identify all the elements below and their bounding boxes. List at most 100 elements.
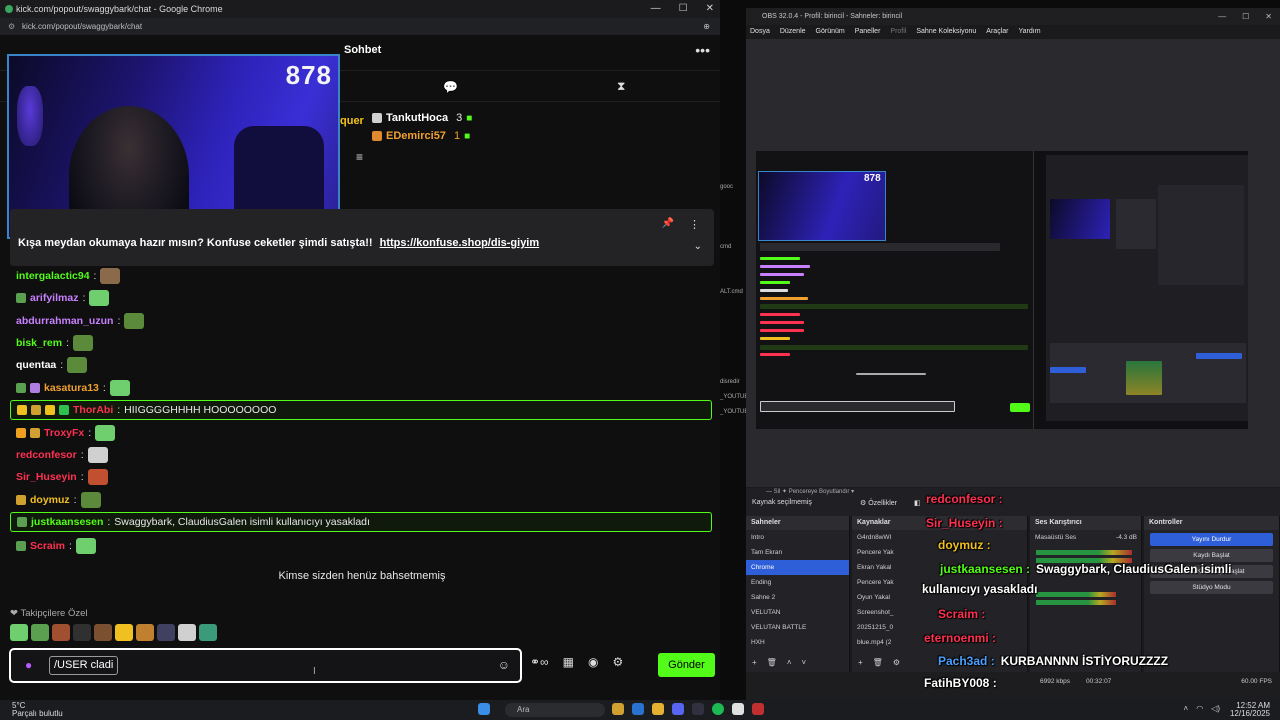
emote-icon[interactable] bbox=[136, 624, 154, 641]
address-bar[interactable]: ⚙ kick.com/popout/swaggybark/chat ⊕ bbox=[0, 18, 720, 35]
emote-icon[interactable] bbox=[10, 624, 28, 641]
pinned-message[interactable]: 📌 ⋮ ⌄ Kışa meydan okumaya hazır mısın? K… bbox=[10, 209, 714, 266]
move-down-icon[interactable]: ˅ bbox=[802, 658, 807, 672]
chat-username[interactable]: arifyilmaz bbox=[30, 292, 78, 304]
tray-chevron-icon[interactable]: ˄ bbox=[1184, 704, 1189, 713]
start-icon[interactable] bbox=[478, 703, 490, 715]
properties-button[interactable]: ⚙ Özellikler bbox=[860, 499, 897, 507]
chat-message[interactable]: justkaansesen: Swaggybark, ClaudiusGalen … bbox=[10, 512, 712, 532]
chevron-down-icon[interactable]: ⌄ bbox=[694, 241, 702, 252]
scene-item[interactable]: Ending bbox=[746, 575, 849, 590]
menu-edit[interactable]: Düzenle bbox=[780, 25, 806, 39]
emote-icon[interactable] bbox=[178, 624, 196, 641]
filter-icon[interactable]: ≡ bbox=[356, 150, 363, 164]
chat-message[interactable]: abdurrahman_uzun: bbox=[10, 311, 712, 331]
obs-icon[interactable] bbox=[692, 703, 704, 715]
source-settings-icon[interactable]: ⚙ bbox=[893, 658, 900, 672]
move-up-icon[interactable]: ˄ bbox=[787, 658, 792, 672]
chat-message[interactable]: Sir_Huseyin: bbox=[10, 467, 712, 487]
chat-message[interactable]: kasatura13: bbox=[10, 378, 712, 398]
chat-username[interactable]: kasatura13 bbox=[44, 382, 99, 394]
chat-message[interactable]: ThorAbi: HIIGGGGHHHH HOOOOOOOO bbox=[10, 400, 712, 420]
chat-message[interactable]: Scraim: bbox=[10, 536, 712, 556]
clock[interactable]: 12:52 AM 12/16/2025 bbox=[1230, 702, 1270, 718]
send-button[interactable]: Gönder bbox=[658, 653, 715, 677]
chat-options-icon[interactable]: ◉ bbox=[588, 655, 598, 669]
chat-username[interactable]: bisk_rem bbox=[16, 337, 62, 349]
scene-item[interactable]: Sahne 2 bbox=[746, 590, 849, 605]
maximize-button[interactable]: ☐ bbox=[679, 0, 688, 18]
emote-icon[interactable] bbox=[157, 624, 175, 641]
chat-input[interactable]: ● /USER cladi ☺ bbox=[9, 648, 522, 683]
emote-icon[interactable] bbox=[73, 624, 91, 641]
chat-username[interactable]: TroxyFx bbox=[44, 427, 84, 439]
minimize-button[interactable]: — bbox=[651, 0, 661, 18]
chat-username[interactable]: Sir_Huseyin bbox=[16, 471, 77, 483]
hourglass-icon[interactable]: ⧗ bbox=[617, 79, 625, 94]
chat-username[interactable]: quentaa bbox=[16, 359, 56, 371]
obs-close-button[interactable]: ✕ bbox=[1265, 8, 1272, 25]
remove-scene-icon[interactable]: 🗑 bbox=[767, 658, 777, 672]
spotify-icon[interactable] bbox=[712, 703, 724, 715]
volume-icon[interactable]: ◁) bbox=[1211, 704, 1220, 713]
chat-message[interactable]: bisk_rem: bbox=[10, 333, 712, 353]
chat-username[interactable]: justkaansesen bbox=[31, 516, 103, 528]
scene-item[interactable]: Tam Ekran bbox=[746, 545, 849, 560]
wifi-icon[interactable]: ◠ bbox=[1196, 704, 1203, 713]
menu-file[interactable]: Dosya bbox=[750, 25, 770, 39]
menu-view[interactable]: Görünüm bbox=[816, 25, 845, 39]
emote-icon[interactable] bbox=[115, 624, 133, 641]
taskbar-search[interactable]: Ara bbox=[505, 703, 605, 717]
settings-gear-icon[interactable]: ⚙ bbox=[612, 655, 623, 669]
scene-item[interactable]: Intro bbox=[746, 530, 849, 545]
add-scene-icon[interactable]: + bbox=[752, 658, 757, 672]
menu-profile[interactable]: Profil bbox=[890, 25, 906, 39]
menu-scene-collection[interactable]: Sahne Koleksiyonu bbox=[916, 25, 976, 39]
emote-icon[interactable] bbox=[52, 624, 70, 641]
app-icon[interactable] bbox=[752, 703, 764, 715]
folder-icon[interactable] bbox=[652, 703, 664, 715]
scene-item[interactable]: VELUTAN bbox=[746, 605, 849, 620]
chat-bubble-icon[interactable]: 💬 bbox=[443, 80, 458, 94]
combo-icon[interactable]: ⚭∞ bbox=[530, 655, 549, 669]
chat-message[interactable]: doymuz: bbox=[10, 490, 712, 510]
chat-message[interactable]: arifyilmaz: bbox=[10, 288, 712, 308]
gift-box-icon[interactable]: ▦ bbox=[563, 655, 574, 669]
chat-username[interactable]: Scraim bbox=[30, 540, 65, 552]
emote-icon[interactable] bbox=[31, 624, 49, 641]
scene-item-selected[interactable]: Chrome bbox=[746, 560, 849, 575]
emote-icon[interactable] bbox=[94, 624, 112, 641]
weather-widget[interactable]: 5°C Parçalı bulutlu bbox=[12, 702, 63, 718]
chat-message[interactable]: intergalactic94: bbox=[10, 266, 712, 286]
scene-item[interactable]: HXH bbox=[746, 635, 849, 650]
chat-username[interactable]: ThorAbi bbox=[73, 404, 113, 416]
obs-preview-canvas[interactable]: 878 bbox=[756, 151, 1248, 429]
menu-tools[interactable]: Araçlar bbox=[986, 25, 1008, 39]
add-source-icon[interactable]: + bbox=[858, 658, 863, 672]
pinned-link[interactable]: https://konfuse.shop/dis-giyim bbox=[380, 237, 540, 249]
edge-icon[interactable] bbox=[632, 703, 644, 715]
more-options-icon[interactable]: ••• bbox=[695, 42, 710, 58]
chat-input-value[interactable]: /USER cladi bbox=[49, 656, 119, 675]
url-text[interactable]: kick.com/popout/swaggybark/chat bbox=[22, 22, 142, 31]
leader-row[interactable]: TankutHoca 3 ■ bbox=[372, 112, 472, 124]
close-button[interactable]: ✕ bbox=[706, 0, 714, 18]
menu-help[interactable]: Yardım bbox=[1018, 25, 1040, 39]
pin-icon[interactable]: 📌 bbox=[662, 218, 674, 229]
chat-message[interactable]: TroxyFx: bbox=[10, 423, 712, 443]
leader-row[interactable]: EDemirci57 1 ■ bbox=[372, 130, 470, 142]
scene-item[interactable]: VELUTAN BATTLE bbox=[746, 620, 849, 635]
remove-source-icon[interactable]: 🗑 bbox=[873, 658, 883, 672]
obs-maximize-button[interactable]: ☐ bbox=[1242, 8, 1249, 25]
discord-icon[interactable] bbox=[672, 703, 684, 715]
chat-username[interactable]: intergalactic94 bbox=[16, 270, 90, 282]
zoom-icon[interactable]: ⊕ bbox=[703, 18, 710, 35]
chat-username[interactable]: abdurrahman_uzun bbox=[16, 315, 113, 327]
microphone-icon[interactable]: ● bbox=[25, 658, 32, 672]
site-info-icon[interactable]: ⚙ bbox=[8, 22, 15, 31]
obs-minimize-button[interactable]: — bbox=[1218, 8, 1226, 25]
explorer-icon[interactable] bbox=[612, 703, 624, 715]
emote-icon[interactable] bbox=[199, 624, 217, 641]
chat-message[interactable]: redconfesor: bbox=[10, 445, 712, 465]
menu-docks[interactable]: Paneller bbox=[855, 25, 881, 39]
